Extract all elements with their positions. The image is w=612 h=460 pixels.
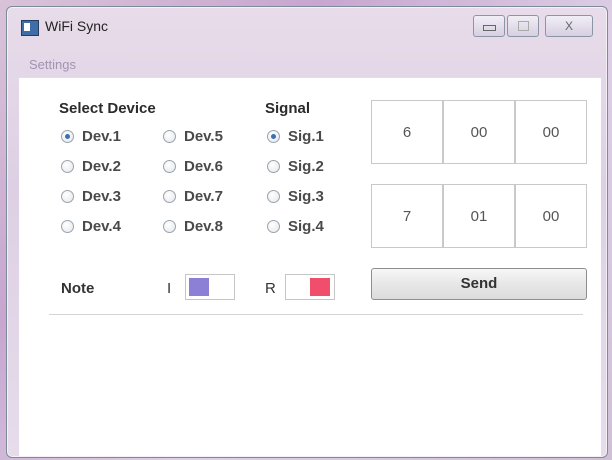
radio-indicator [61,130,74,143]
radio-label: Dev.8 [184,218,223,235]
minimize-button[interactable] [473,15,505,37]
close-icon: X [564,19,573,33]
radio-indicator [61,160,74,173]
select-device-heading: Select Device [59,100,156,117]
radio-label: Dev.4 [82,218,121,235]
time-second-1[interactable]: 00 [515,100,587,164]
main-panel: Select Device Dev.1 Dev.2 Dev.3 Dev.4 De… [19,77,601,456]
radio-indicator [267,130,280,143]
r-label: R [265,280,276,297]
time-second-2[interactable]: 00 [515,184,587,248]
radio-label: Dev.2 [82,158,121,175]
radio-indicator [61,220,74,233]
radio-sig-3[interactable]: Sig.3 [267,188,324,205]
r-color-fill [310,278,330,296]
window-title: WiFi Sync [45,18,108,34]
r-color-swatch[interactable] [285,274,335,300]
note-label: Note [61,280,95,297]
menu-settings[interactable]: Settings [29,57,76,72]
radio-dev-4[interactable]: Dev.4 [61,218,121,235]
radio-label: Dev.3 [82,188,121,205]
radio-dev-1[interactable]: Dev.1 [61,128,121,145]
radio-indicator [267,220,280,233]
radio-dev-2[interactable]: Dev.2 [61,158,121,175]
radio-indicator [163,190,176,203]
radio-sig-1[interactable]: Sig.1 [267,128,324,145]
app-window: WiFi Sync X Settings Select Device Dev.1… [6,6,608,458]
radio-dev-7[interactable]: Dev.7 [163,188,223,205]
radio-label: Sig.2 [288,158,324,175]
time-hour-1[interactable]: 6 [371,100,443,164]
radio-label: Sig.1 [288,128,324,145]
time-minute-1[interactable]: 00 [443,100,515,164]
i-label: I [167,280,172,297]
radio-label: Sig.3 [288,188,324,205]
radio-label: Sig.4 [288,218,324,235]
radio-label: Dev.7 [184,188,223,205]
radio-label: Dev.5 [184,128,223,145]
time-minute-2[interactable]: 01 [443,184,515,248]
i-color-fill [189,278,209,296]
title-bar[interactable]: WiFi Sync X [7,7,607,47]
app-icon [21,20,39,36]
divider [49,314,583,315]
time-hour-2[interactable]: 7 [371,184,443,248]
radio-indicator [267,190,280,203]
radio-sig-2[interactable]: Sig.2 [267,158,324,175]
radio-sig-4[interactable]: Sig.4 [267,218,324,235]
menu-bar: Settings [17,55,599,75]
radio-indicator [163,160,176,173]
radio-dev-3[interactable]: Dev.3 [61,188,121,205]
i-color-swatch[interactable] [185,274,235,300]
signal-heading: Signal [265,100,311,117]
maximize-button[interactable] [507,15,539,37]
radio-indicator [163,220,176,233]
radio-dev-6[interactable]: Dev.6 [163,158,223,175]
send-button[interactable]: Send [371,268,587,300]
radio-indicator [267,160,280,173]
radio-dev-8[interactable]: Dev.8 [163,218,223,235]
radio-label: Dev.6 [184,158,223,175]
radio-dev-5[interactable]: Dev.5 [163,128,223,145]
radio-label: Dev.1 [82,128,121,145]
close-button[interactable]: X [545,15,593,37]
radio-indicator [163,130,176,143]
radio-indicator [61,190,74,203]
